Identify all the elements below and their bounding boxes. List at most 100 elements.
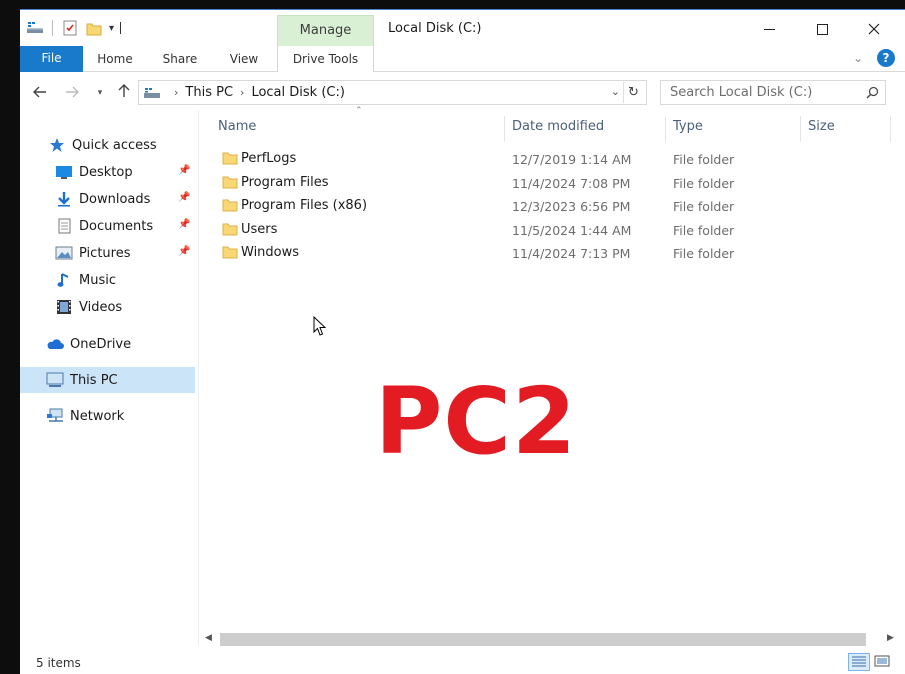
sidebar-item-label: Downloads <box>79 191 151 207</box>
network-icon <box>46 407 64 425</box>
customize-qat-icon[interactable]: ▾ <box>109 23 114 34</box>
star-icon <box>48 136 66 154</box>
breadcrumb-chevron-icon: › <box>240 86 245 99</box>
forward-button[interactable] <box>62 83 82 103</box>
sidebar-item-downloads[interactable]: Downloads 📌 <box>20 187 195 211</box>
horizontal-scrollbar[interactable]: ◀ ▶ <box>200 631 900 648</box>
file-type: File folder <box>673 176 735 191</box>
manage-tab[interactable]: Manage <box>277 15 374 46</box>
sidebar-item-videos[interactable]: Videos <box>20 295 195 319</box>
refresh-icon[interactable]: ↻ <box>623 82 643 103</box>
pin-icon[interactable]: 📌 <box>178 246 190 257</box>
folder-icon <box>222 151 238 165</box>
documents-icon <box>55 217 73 235</box>
file-date: 11/4/2024 7:08 PM <box>512 176 631 191</box>
search-input[interactable]: Search Local Disk (C:) <box>660 80 886 105</box>
file-name: PerfLogs <box>241 151 297 166</box>
list-item[interactable]: Users 11/5/2024 1:44 AM File folder <box>220 218 880 242</box>
search-icon <box>866 81 879 107</box>
column-divider[interactable] <box>890 116 891 142</box>
tab-home[interactable]: Home <box>94 46 136 72</box>
drive-app-icon <box>26 19 44 37</box>
new-folder-icon[interactable] <box>85 19 103 37</box>
sidebar-item-music[interactable]: Music <box>20 268 195 292</box>
file-date: 12/3/2023 6:56 PM <box>512 199 631 214</box>
breadcrumb-local-disk[interactable]: Local Disk (C:) <box>251 85 344 100</box>
file-name: Program Files <box>241 175 329 190</box>
ribbon-tabs: File Home Share View Drive Tools ⌄ ? <box>20 46 905 72</box>
title-bar: ▾ Manage Local Disk (C:) <box>20 10 905 46</box>
close-button[interactable] <box>851 15 897 43</box>
tab-view[interactable]: View <box>223 46 265 72</box>
sidebar-item-label: Videos <box>79 299 123 315</box>
sidebar-item-documents[interactable]: Documents 📌 <box>20 214 195 238</box>
pin-icon[interactable]: 📌 <box>178 192 190 203</box>
drive-icon <box>143 86 161 100</box>
sidebar-item-label: Network <box>70 408 125 424</box>
properties-icon[interactable] <box>61 19 79 37</box>
recent-locations-button[interactable]: ▾ <box>90 83 110 103</box>
sidebar-item-onedrive[interactable]: OneDrive <box>20 332 195 356</box>
tab-drive-tools[interactable]: Drive Tools <box>277 46 374 72</box>
column-size[interactable]: Size <box>800 114 890 140</box>
chevron-down-icon: ▾ <box>97 88 103 98</box>
breadcrumb-this-pc[interactable]: This PC <box>185 85 233 100</box>
sidebar-item-desktop[interactable]: Desktop 📌 <box>20 160 195 184</box>
forward-arrow-icon <box>66 86 79 98</box>
column-name[interactable]: Name <box>210 114 505 140</box>
minimize-icon <box>763 28 775 30</box>
computer-icon <box>46 371 64 389</box>
details-view-button[interactable] <box>848 653 870 671</box>
address-bar[interactable]: › This PC › Local Disk (C:) ⌄ ↻ <box>138 80 647 105</box>
column-date-modified[interactable]: Date modified <box>504 114 665 140</box>
list-item[interactable]: Program Files (x86) 12/3/2023 6:56 PM Fi… <box>220 194 880 218</box>
music-icon <box>55 271 73 289</box>
file-date: 11/4/2024 7:13 PM <box>512 246 631 261</box>
large-icons-view-icon <box>874 655 890 667</box>
sidebar-item-pictures[interactable]: Pictures 📌 <box>20 241 195 265</box>
scrollbar-thumb[interactable] <box>220 633 866 646</box>
sidebar-item-network[interactable]: Network <box>20 404 195 428</box>
file-date: 12/7/2019 1:14 AM <box>512 152 632 167</box>
folder-icon <box>222 198 238 212</box>
close-icon <box>868 23 880 35</box>
background-left <box>0 0 20 674</box>
help-icon[interactable]: ? <box>877 49 895 67</box>
large-icons-view-button[interactable] <box>872 653 894 671</box>
file-type: File folder <box>673 246 735 261</box>
pin-icon[interactable]: 📌 <box>178 219 190 230</box>
pictures-icon <box>55 244 73 262</box>
file-type: File folder <box>673 152 735 167</box>
scroll-right-icon[interactable]: ▶ <box>887 633 894 643</box>
file-date: 11/5/2024 1:44 AM <box>512 223 632 238</box>
search-placeholder: Search Local Disk (C:) <box>670 85 813 100</box>
desktop-icon <box>55 163 73 181</box>
list-item[interactable]: Windows 11/4/2024 7:13 PM File folder <box>220 241 880 265</box>
maximize-button[interactable] <box>799 15 845 43</box>
pin-icon[interactable]: 📌 <box>178 165 190 176</box>
address-dropdown-icon[interactable]: ⌄ <box>611 85 620 98</box>
sidebar-item-this-pc[interactable]: This PC <box>20 367 195 393</box>
sidebar-item-quick-access[interactable]: Quick access <box>20 133 195 157</box>
list-item[interactable]: Program Files 11/4/2024 7:08 PM File fol… <box>220 171 880 195</box>
column-type[interactable]: Type <box>665 114 800 140</box>
navigation-pane: Quick access Desktop 📌 Downloads 📌 Docum… <box>20 111 199 646</box>
expand-ribbon-icon[interactable]: ⌄ <box>853 51 863 65</box>
back-arrow-icon <box>33 86 46 98</box>
back-button[interactable] <box>30 83 50 103</box>
window-title: Local Disk (C:) <box>388 21 482 36</box>
file-name: Users <box>241 222 278 237</box>
up-arrow-icon <box>118 84 130 97</box>
quick-access-toolbar: ▾ <box>26 19 122 37</box>
explorer-window: ▾ Manage Local Disk (C:) File Home Share… <box>20 9 905 674</box>
scroll-left-icon[interactable]: ◀ <box>205 633 212 643</box>
pc-label-overlay: PC2 <box>375 368 577 475</box>
list-item[interactable]: PerfLogs 12/7/2019 1:14 AM File folder <box>220 147 880 171</box>
file-name: Program Files (x86) <box>241 198 368 213</box>
maximize-icon <box>816 23 828 35</box>
tab-file[interactable]: File <box>20 46 83 72</box>
minimize-button[interactable] <box>746 15 792 43</box>
folder-icon <box>222 175 238 189</box>
up-button[interactable] <box>114 83 134 103</box>
tab-share[interactable]: Share <box>159 46 201 72</box>
